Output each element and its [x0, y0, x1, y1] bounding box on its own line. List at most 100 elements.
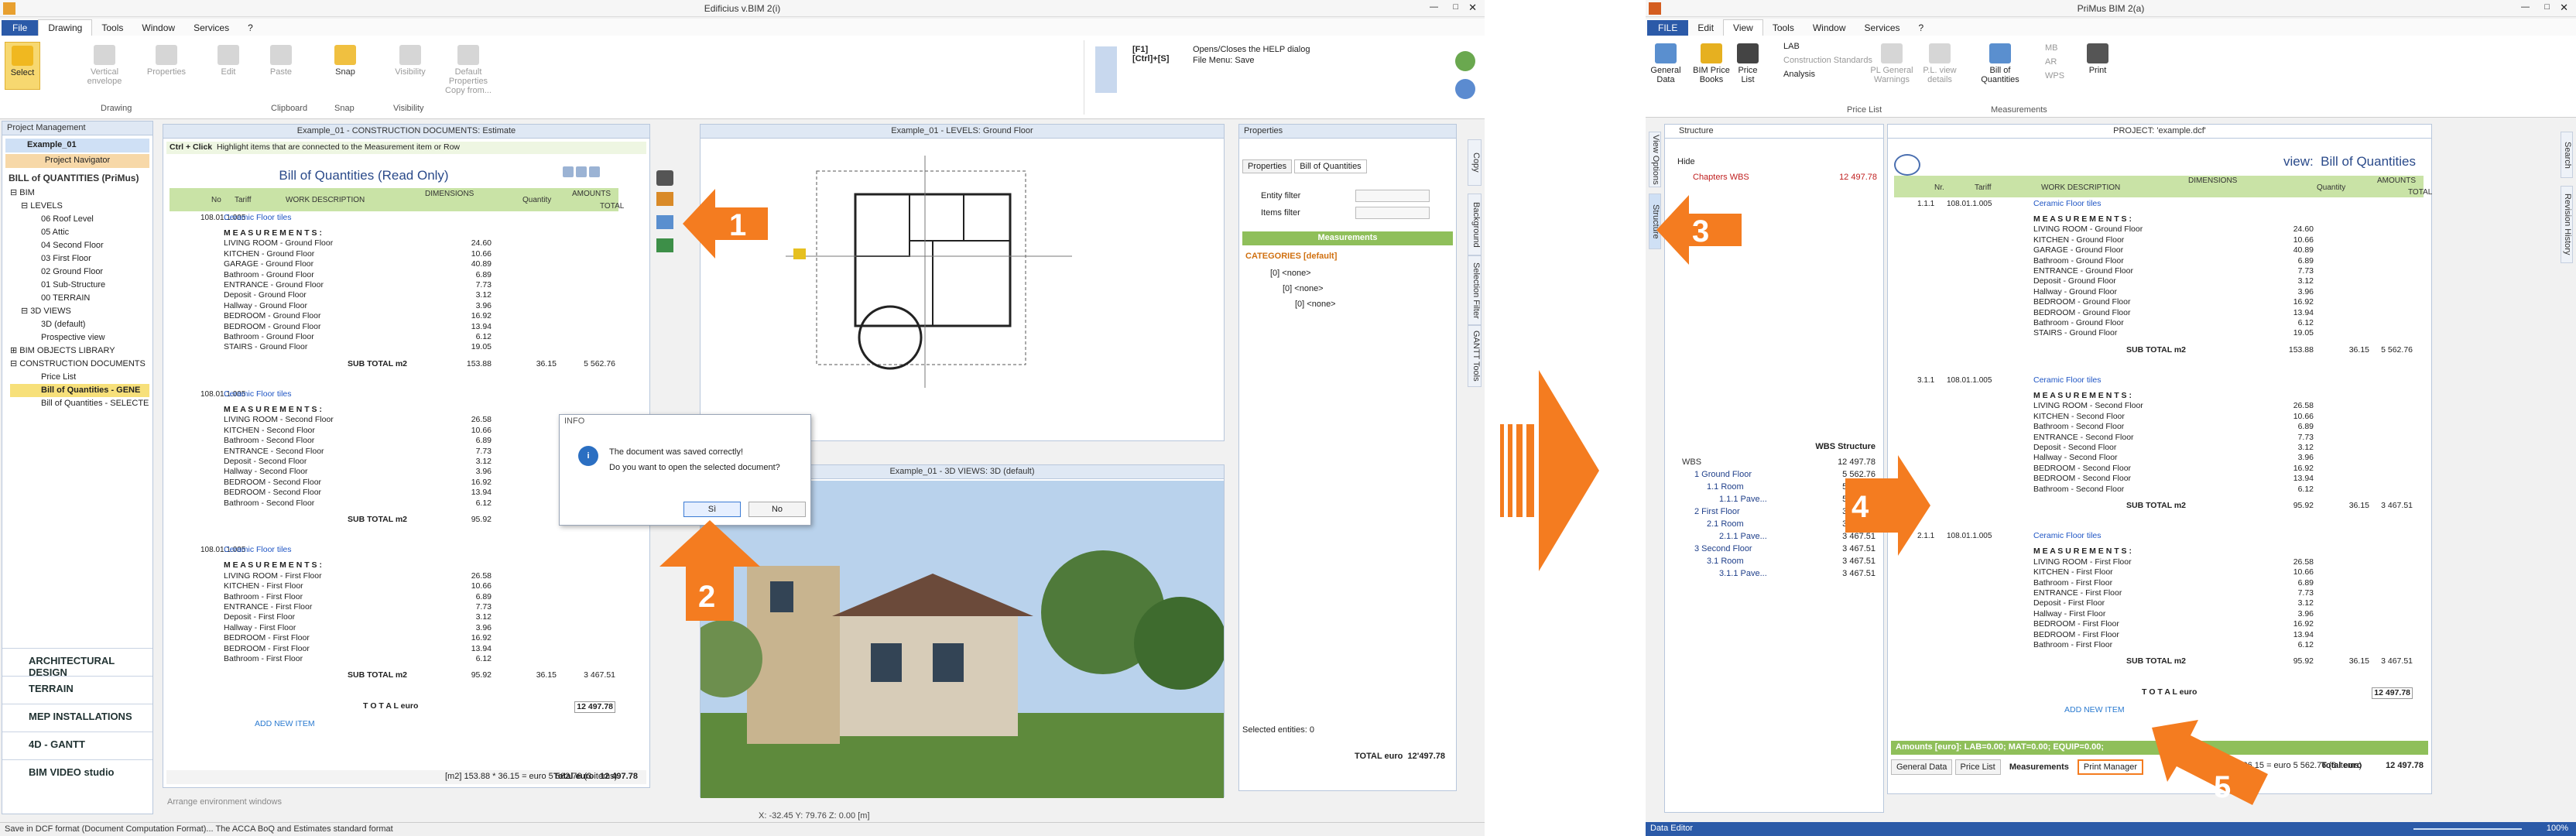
measurement-row[interactable]: Bathroom - First Floor 6.12	[1894, 640, 2416, 650]
measurement-row[interactable]: Hallway - Second Floor 3.96	[170, 467, 618, 477]
measurement-row[interactable]: STAIRS - Ground Floor 19.05	[1894, 328, 2416, 338]
pl-view-details-button[interactable]: P.L. view details	[1918, 43, 1961, 84]
pl-warnings-button[interactable]: PL General Warnings	[1870, 43, 1913, 84]
tree-item[interactable]: ⊟ CONSTRUCTION DOCUMENTS	[10, 358, 149, 371]
ar-button[interactable]: AR	[2033, 57, 2057, 67]
measurement-row[interactable]: ENTRANCE - First Floor 7.73	[1894, 588, 2416, 598]
measurement-row[interactable]: ENTRANCE - Ground Floor 7.73	[170, 280, 618, 290]
snap-button[interactable]: Snap	[330, 45, 361, 77]
tab-properties[interactable]: Properties	[1242, 159, 1293, 173]
tree-item[interactable]: 02 Ground Floor	[10, 266, 149, 279]
analysis-button[interactable]: Analysis	[1769, 70, 1815, 79]
measurement-row[interactable]: LIVING ROOM - Second Floor 26.58	[1894, 401, 2416, 411]
visibility-button[interactable]: Visibility	[389, 45, 432, 77]
entity-filter-select[interactable]	[1355, 190, 1430, 202]
measurement-row[interactable]: LIVING ROOM - Ground Floor 24.60	[1894, 224, 2416, 235]
side-tab-copy[interactable]: Copy	[1468, 139, 1482, 186]
menu-view[interactable]: View	[1723, 19, 1763, 36]
measurement-row[interactable]: Bathroom - First Floor 6.89	[170, 592, 618, 602]
measurement-row[interactable]: Deposit - Ground Floor 3.12	[1894, 276, 2416, 286]
no-button[interactable]: No	[748, 502, 806, 517]
default-properties-button[interactable]: Default Properties Copy from...	[441, 45, 495, 95]
mb-button[interactable]: MB	[2033, 43, 2058, 53]
measurement-row[interactable]: BEDROOM - Ground Floor 16.92	[170, 311, 618, 321]
menu-file[interactable]: FILE	[1647, 20, 1689, 36]
module-architectural[interactable]: ARCHITECTURAL DESIGN	[2, 648, 152, 678]
boq-title-buttons[interactable]	[563, 166, 618, 183]
items-filter-select[interactable]	[1355, 207, 1430, 219]
minimize-button[interactable]: —	[1430, 2, 1438, 12]
hide-toggle[interactable]: Hide	[1677, 157, 1695, 166]
tree-item[interactable]: 06 Roof Level	[10, 213, 149, 226]
measurement-row[interactable]: Hallway - First Floor 3.96	[1894, 609, 2416, 619]
tree-item[interactable]: ⊟ 3D VIEWS	[10, 305, 149, 318]
maximize-button[interactable]: □	[2544, 2, 2550, 12]
minimize-button[interactable]: —	[2521, 2, 2530, 12]
print-button[interactable]: Print	[2084, 43, 2112, 75]
vertical-envelope-button[interactable]: Vertical envelope	[77, 45, 132, 86]
measurement-row[interactable]: GARAGE - Ground Floor 40.89	[1894, 245, 2416, 255]
menu-edit[interactable]: Edit	[1688, 20, 1723, 36]
add-new-item[interactable]: ADD NEW ITEM	[170, 719, 618, 729]
measurement-row[interactable]: LIVING ROOM - Ground Floor 24.60	[170, 238, 618, 248]
measurements-bar[interactable]: Measurements	[1242, 231, 1453, 245]
menu-help[interactable]: ?	[1910, 20, 1934, 36]
info-round-icon[interactable]	[1455, 79, 1475, 99]
measurement-row[interactable]: BEDROOM - Second Floor 13.94	[170, 488, 618, 498]
side-tab-gantt-tools[interactable]: GANTT Tools	[1468, 325, 1482, 387]
category-item[interactable]: [0] <none>	[1270, 269, 1311, 278]
tree-item[interactable]: 03 First Floor	[10, 252, 149, 266]
category-item[interactable]: [0] <none>	[1283, 284, 1324, 293]
menu-services[interactable]: Services	[184, 20, 238, 36]
tree-item[interactable]: 05 Attic	[10, 226, 149, 239]
tree-item[interactable]: Bill of Quantities - SELECTE	[10, 397, 149, 410]
yes-button[interactable]: Sì	[683, 502, 741, 517]
measurement-row[interactable]: Deposit - First Floor 3.12	[170, 612, 618, 622]
measurement-row[interactable]: BEDROOM - First Floor 13.94	[170, 644, 618, 654]
select-button[interactable]: Select	[5, 42, 40, 90]
menu-tools[interactable]: Tools	[1763, 20, 1804, 36]
tree-item[interactable]: 01 Sub-Structure	[10, 279, 149, 292]
menu-drawing[interactable]: Drawing	[38, 19, 93, 36]
tree-item[interactable]: Prospective view	[10, 331, 149, 344]
price-list-button[interactable]: Price List	[1734, 43, 1762, 84]
measurement-row[interactable]: Bathroom - First Floor 6.89	[1894, 578, 2416, 588]
bill-of-quantities-button[interactable]: Bill of Quantities	[1978, 43, 2022, 84]
measurement-row[interactable]: BEDROOM - Ground Floor 13.94	[170, 322, 618, 332]
measurement-row[interactable]: Bathroom - Second Floor 6.12	[170, 499, 618, 509]
measurement-row[interactable]: BEDROOM - Second Floor 16.92	[1894, 464, 2416, 474]
measurement-row[interactable]: BEDROOM - First Floor 16.92	[1894, 619, 2416, 629]
measurement-row[interactable]: Bathroom - Ground Floor 6.12	[170, 332, 618, 342]
menu-file[interactable]: File	[2, 20, 39, 36]
tree-item[interactable]: ⊟ BIM	[10, 187, 149, 200]
options-icon[interactable]	[576, 166, 587, 177]
measurement-row[interactable]: KITCHEN - First Floor 10.66	[1894, 567, 2416, 577]
print-icon[interactable]	[656, 170, 673, 186]
tree-item[interactable]: 04 Second Floor	[10, 239, 149, 252]
measurement-row[interactable]: Deposit - First Floor 3.12	[1894, 598, 2416, 608]
export-icon-3[interactable]	[656, 238, 673, 252]
menu-help[interactable]: ?	[238, 20, 262, 36]
menu-services[interactable]: Services	[1855, 20, 1910, 36]
measurement-row[interactable]: Hallway - First Floor 3.96	[170, 623, 618, 633]
measurement-row[interactable]: Deposit - Second Floor 3.12	[170, 457, 618, 467]
tree-item[interactable]: ⊟ LEVELS	[10, 200, 149, 213]
measurement-row[interactable]: LIVING ROOM - First Floor 26.58	[1894, 557, 2416, 567]
measurement-row[interactable]: LIVING ROOM - Second Floor 26.58	[170, 415, 618, 425]
paste-button[interactable]: Paste	[263, 45, 299, 77]
tab-price-list[interactable]: Price List	[1954, 759, 2001, 775]
item-header-row[interactable]: 108.01.1.005 Ceramic Floor tiles	[170, 389, 618, 400]
properties-button[interactable]: Properties	[139, 45, 194, 77]
measurement-row[interactable]: KITCHEN - Second Floor 10.66	[170, 426, 618, 436]
item-header-row[interactable]: 108.01.1.005 Ceramic Floor tiles	[170, 545, 618, 556]
measurement-row[interactable]: Bathroom - Ground Floor 6.12	[1894, 318, 2416, 328]
measurement-row[interactable]: KITCHEN - Ground Floor 10.66	[1894, 235, 2416, 245]
measurement-row[interactable]: STAIRS - Ground Floor 19.05	[170, 342, 618, 352]
maximize-button[interactable]: □	[1453, 2, 1458, 12]
measurement-row[interactable]: Bathroom - Second Floor 6.89	[170, 436, 618, 446]
measurement-row[interactable]: LIVING ROOM - First Floor 26.58	[170, 571, 618, 581]
project-root[interactable]: Example_01	[5, 139, 149, 152]
measurement-row[interactable]: KITCHEN - Second Floor 10.66	[1894, 412, 2416, 422]
module-gantt[interactable]: 4D - GANTT	[2, 732, 152, 755]
help-round-icon[interactable]	[1455, 51, 1475, 71]
